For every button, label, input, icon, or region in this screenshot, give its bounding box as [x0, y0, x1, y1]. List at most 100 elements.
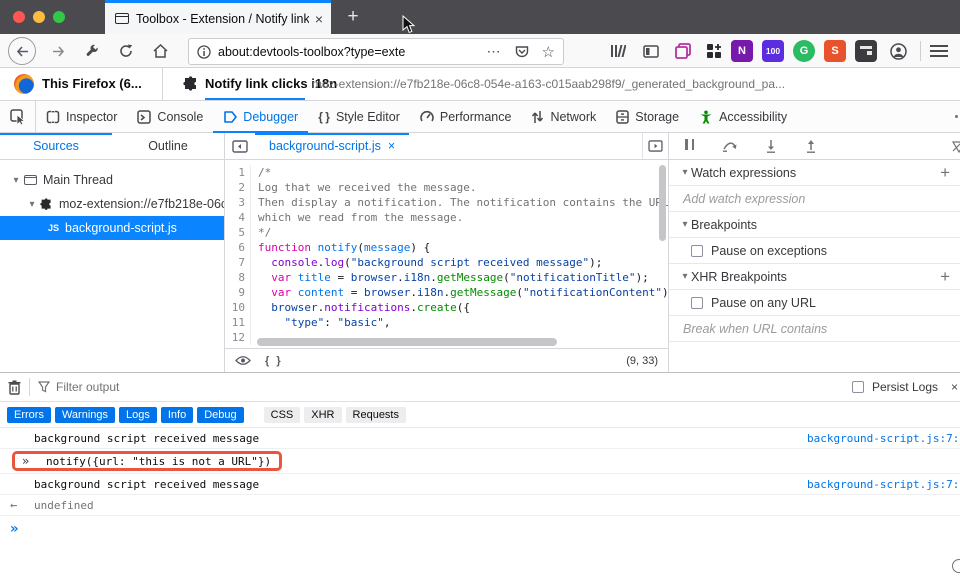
zoom-window-button[interactable] [53, 11, 65, 23]
collapse-sidebar-icon[interactable] [225, 140, 255, 153]
clear-console-trash-icon[interactable] [8, 380, 21, 395]
menu-hamburger-icon[interactable] [930, 42, 948, 60]
caret-down-icon[interactable]: ▾ [679, 271, 691, 282]
tab-accessibility[interactable]: Accessibility [689, 101, 797, 132]
filter-output-input[interactable]: Filter output [56, 380, 119, 394]
caret-down-icon[interactable]: ▾ [10, 175, 22, 186]
close-window-button[interactable] [13, 11, 25, 23]
pause-on-exceptions-checkbox[interactable] [691, 245, 703, 257]
filter-pill-logs[interactable]: Logs [119, 407, 157, 423]
screenshot-extension-icon[interactable] [669, 37, 697, 65]
add-watch-icon[interactable]: + [940, 163, 950, 183]
tree-item-main-thread[interactable]: ▾ Main Thread [0, 168, 224, 192]
source-location-link[interactable]: background-script.js:7:1 [807, 478, 960, 491]
line-number[interactable]: 3 [225, 195, 251, 210]
caret-down-icon[interactable]: ▾ [26, 199, 38, 210]
deactivate-breakpoints-icon[interactable] [952, 141, 960, 153]
caret-down-icon[interactable]: ▾ [679, 219, 691, 230]
filter-pill-css[interactable]: CSS [264, 407, 301, 423]
bookmark-star-icon[interactable]: ☆ [542, 43, 555, 61]
code-line[interactable]: 9 var content = browser.i18n.getMessage(… [225, 285, 668, 300]
profile-account-icon[interactable] [884, 37, 912, 65]
source-tab-background-script[interactable]: background-script.js × [255, 133, 409, 160]
url-bar[interactable]: about:devtools-toolbox?type=exte ⋯ ☆ [188, 38, 564, 65]
tab-inspector[interactable]: Inspector [36, 101, 127, 132]
extensions-grid-icon[interactable] [700, 37, 728, 65]
tab-performance[interactable]: Performance [410, 101, 522, 132]
filter-pill-warnings[interactable]: Warnings [55, 407, 115, 423]
pause-icon[interactable] [683, 139, 696, 153]
console-close-icon[interactable]: × [951, 380, 958, 394]
tab-debugger[interactable]: Debugger [213, 101, 308, 132]
expand-panes-icon[interactable] [642, 133, 668, 159]
caret-down-icon[interactable]: ▾ [679, 167, 691, 178]
line-number[interactable]: 5 [225, 225, 251, 240]
line-number[interactable]: 2 [225, 180, 251, 195]
tab-outline[interactable]: Outline [112, 133, 224, 159]
step-over-icon[interactable] [722, 140, 738, 152]
code-line[interactable]: 5*/ [225, 225, 668, 240]
line-number[interactable]: 12 [225, 330, 251, 345]
code-line[interactable]: 7 console.log("background script receive… [225, 255, 668, 270]
pocket-icon[interactable] [514, 44, 530, 60]
source-location-link[interactable]: background-script.js:7:1 [807, 432, 960, 445]
line-number[interactable]: 10 [225, 300, 251, 315]
pause-on-any-url-checkbox[interactable] [691, 297, 703, 309]
tab-storage[interactable]: Storage [606, 101, 689, 132]
badge-100-extension-icon[interactable]: 100 [762, 40, 784, 62]
line-number[interactable]: 4 [225, 210, 251, 225]
editor-vertical-scrollbar[interactable] [659, 165, 666, 241]
grammarly-extension-icon[interactable]: G [793, 40, 815, 62]
add-xhr-breakpoint-icon[interactable]: + [940, 267, 950, 287]
code-line[interactable]: 8 var title = browser.i18n.getMessage("n… [225, 270, 668, 285]
tab-style-editor[interactable]: { } Style Editor [308, 101, 410, 132]
forward-button[interactable] [44, 37, 72, 65]
source-map-eye-icon[interactable] [235, 355, 251, 366]
code-line[interactable]: 6function notify(message) { [225, 240, 668, 255]
tab-sources[interactable]: Sources [0, 133, 112, 159]
tab-network[interactable]: Network [521, 101, 606, 132]
line-number[interactable]: 9 [225, 285, 251, 300]
sidebar-toggle-icon[interactable] [637, 37, 665, 65]
line-number[interactable]: 6 [225, 240, 251, 255]
code-line[interactable]: 10 browser.notifications.create({ [225, 300, 668, 315]
filter-pill-xhr[interactable]: XHR [304, 407, 341, 423]
library-icon[interactable] [604, 37, 632, 65]
line-number[interactable]: 1 [225, 165, 251, 180]
editor-horizontal-scrollbar[interactable] [257, 338, 557, 346]
orange-s-extension-icon[interactable]: S [824, 40, 846, 62]
watch-expression-input[interactable]: Add watch expression [669, 186, 960, 212]
browser-tab[interactable]: Toolbox - Extension / Notify link × [105, 0, 331, 34]
back-button[interactable] [8, 37, 36, 65]
source-tab-close-icon[interactable]: × [388, 139, 395, 153]
step-out-icon[interactable] [804, 140, 818, 153]
onenote-extension-icon[interactable]: N [731, 40, 753, 62]
line-number[interactable]: 7 [225, 255, 251, 270]
line-number[interactable]: 11 [225, 315, 251, 330]
line-number[interactable]: 8 [225, 270, 251, 285]
tree-item-background-script[interactable]: JS background-script.js [0, 216, 224, 240]
home-button[interactable] [146, 37, 174, 65]
minimize-window-button[interactable] [33, 11, 45, 23]
xhr-breakpoints-header[interactable]: ▾ XHR Breakpoints + [669, 264, 960, 290]
step-in-icon[interactable] [764, 140, 778, 153]
watch-expressions-header[interactable]: ▾ Watch expressions + [669, 160, 960, 186]
wrench-icon[interactable] [78, 37, 106, 65]
code-view[interactable]: 1/*2Log that we received the message.3Th… [225, 160, 668, 348]
filter-pill-requests[interactable]: Requests [346, 407, 406, 423]
tab-console[interactable]: Console [127, 101, 213, 132]
code-line[interactable]: 2Log that we received the message. [225, 180, 668, 195]
new-tab-button[interactable]: + [340, 4, 366, 30]
code-line[interactable]: 3Then display a notification. The notifi… [225, 195, 668, 210]
code-line[interactable]: 11 "type": "basic", [225, 315, 668, 330]
persist-logs-checkbox[interactable] [852, 381, 864, 393]
pick-element-button[interactable] [0, 101, 36, 132]
page-actions-icon[interactable]: ⋯ [487, 43, 502, 60]
code-line[interactable]: 4which we read from the message. [225, 210, 668, 225]
prettify-source-icon[interactable]: { } [265, 355, 283, 367]
reload-button[interactable] [112, 37, 140, 65]
dark-extension-icon[interactable] [855, 40, 877, 62]
runtime-label[interactable]: This Firefox (6... [42, 76, 142, 91]
xhr-url-input[interactable]: Break when URL contains [669, 316, 960, 342]
filter-pill-errors[interactable]: Errors [7, 407, 51, 423]
